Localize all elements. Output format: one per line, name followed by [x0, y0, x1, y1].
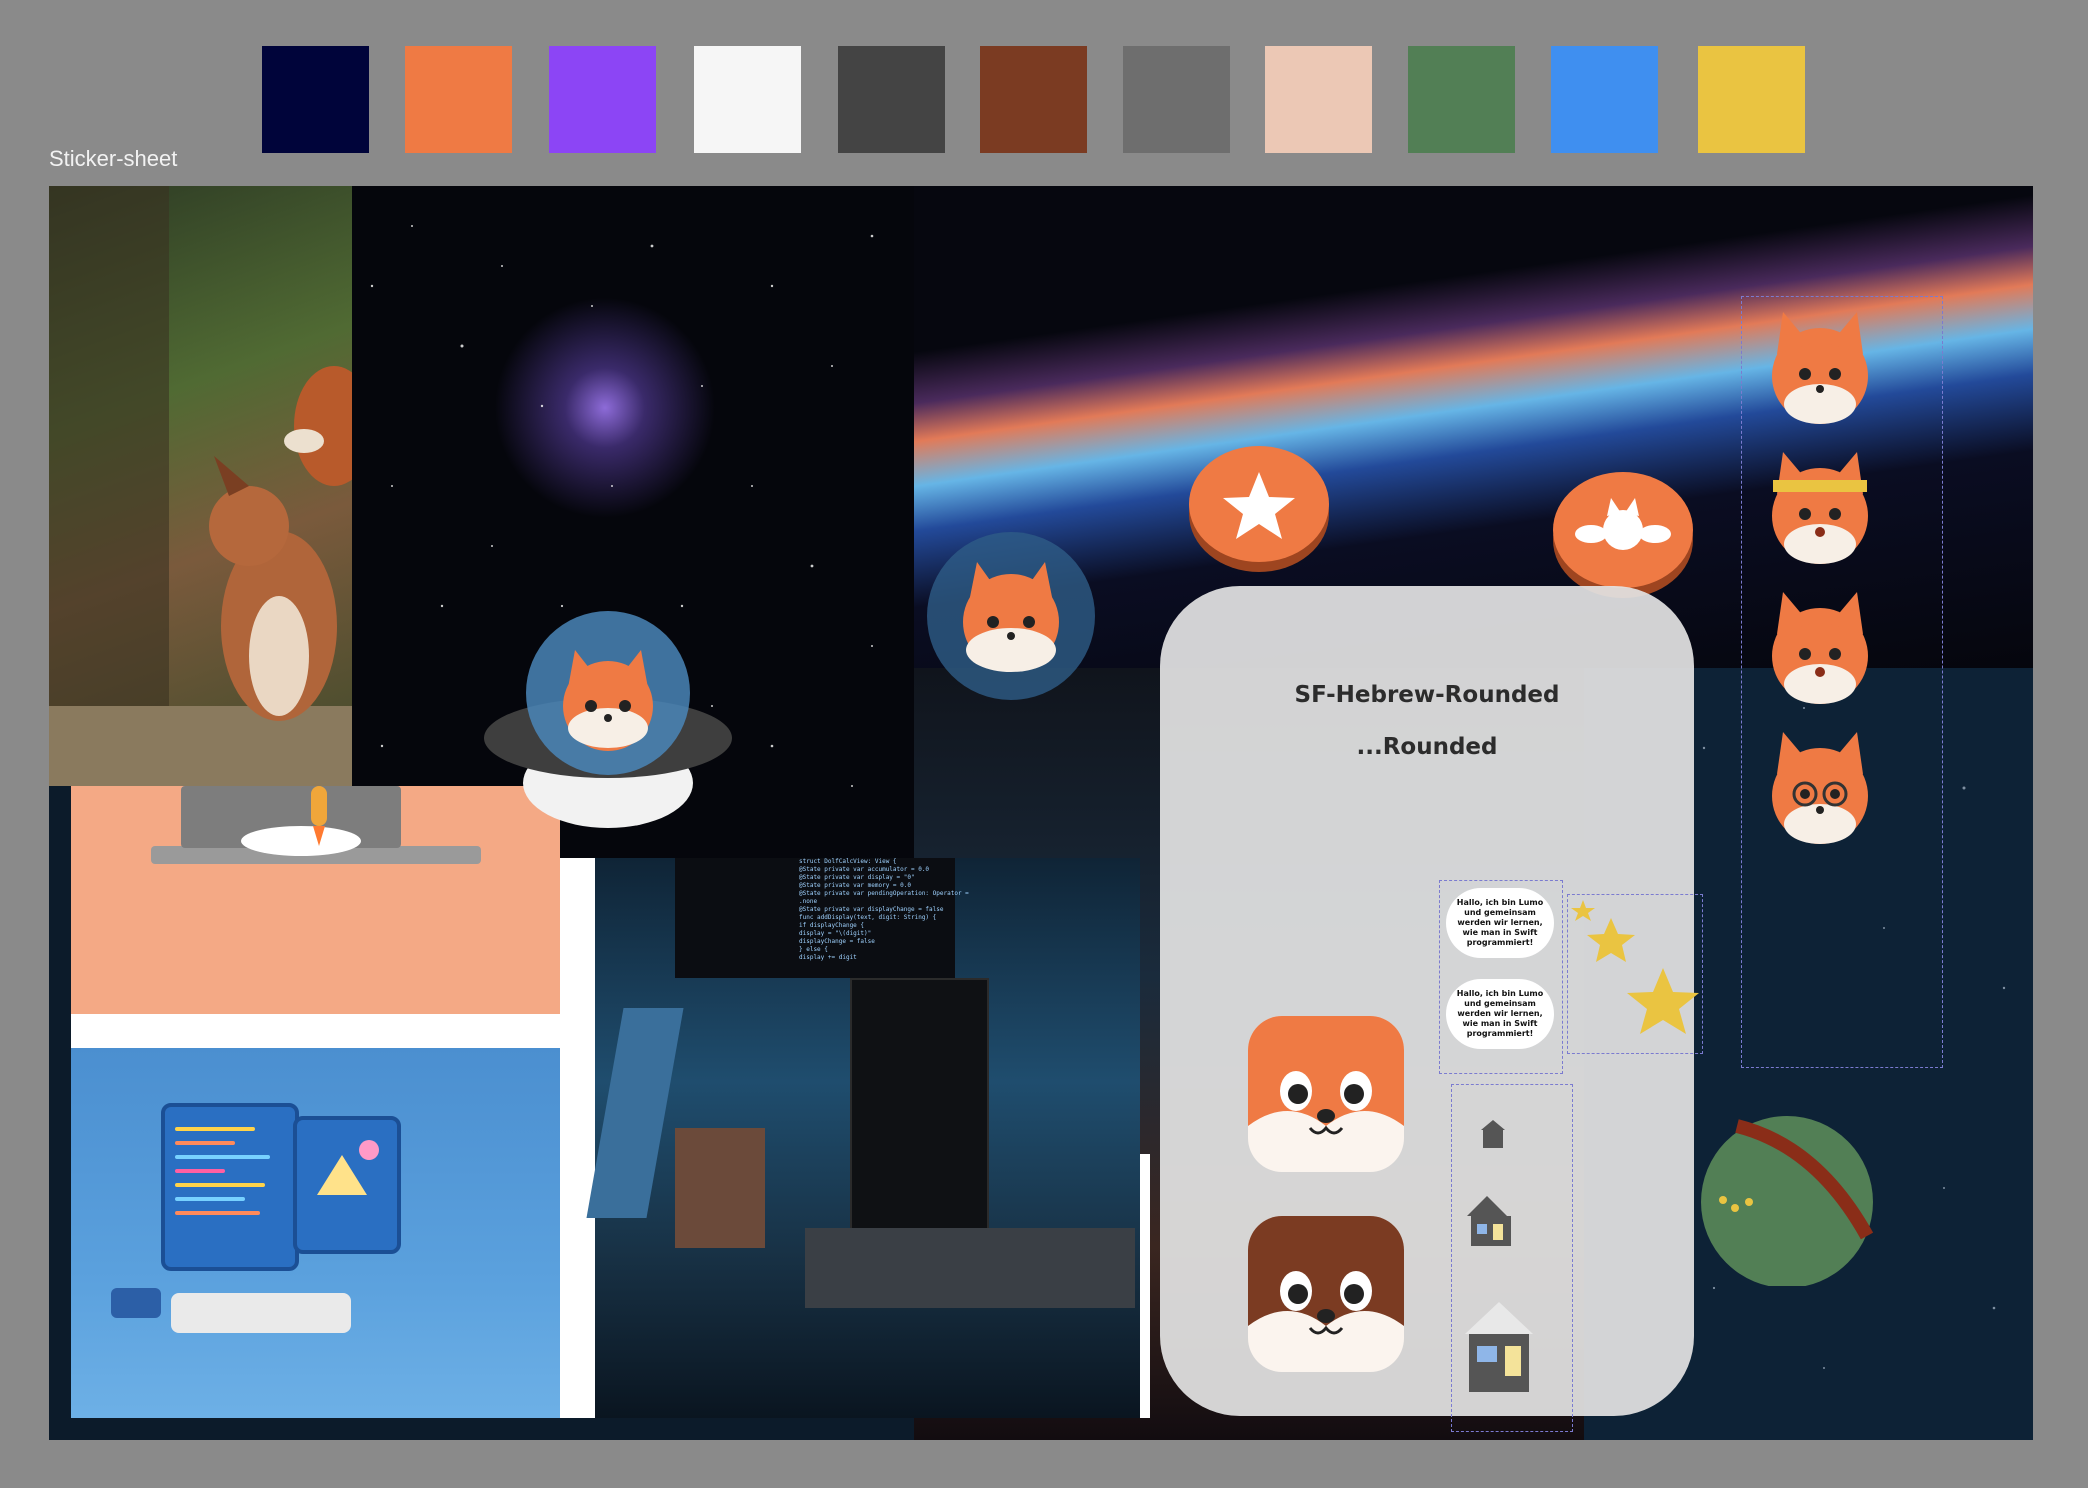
swatch-green[interactable]	[1408, 46, 1515, 153]
fox-photo-art	[49, 186, 374, 786]
fox-sticker-coder[interactable]	[1755, 444, 1885, 574]
app-icon-orange[interactable]	[1248, 1016, 1404, 1172]
image-placeholder-icon	[317, 1140, 379, 1195]
keyboard	[171, 1293, 351, 1333]
swatch-brown[interactable]	[980, 46, 1087, 153]
star-icon-medium	[1587, 918, 1635, 962]
planet-icon[interactable]	[1697, 1106, 1877, 1286]
swatch-gray[interactable]	[1123, 46, 1230, 153]
font-name-short[interactable]: ...Rounded	[1160, 734, 1694, 760]
swatch-white[interactable]	[694, 46, 801, 153]
house-icon[interactable]	[1459, 1112, 1569, 1412]
star-icon-small	[1571, 900, 1595, 921]
notebook	[586, 1008, 684, 1218]
speech-bubble-2[interactable]: Hallo, ich bin Lumo und gemeinsam werden…	[1446, 979, 1554, 1049]
white-strip	[560, 858, 595, 1418]
star-icon-large	[1627, 968, 1699, 1034]
rocket-icon	[241, 786, 361, 856]
monitor-right	[293, 1116, 401, 1254]
monitor-left	[161, 1103, 299, 1271]
fox-sticker-surprised[interactable]	[1755, 584, 1885, 714]
swatch-dark-gray[interactable]	[838, 46, 945, 153]
coin-cat-sticker[interactable]	[1553, 468, 1693, 598]
swatch-navy[interactable]	[262, 46, 369, 153]
white-post	[1140, 1154, 1150, 1418]
fox-sticker-1[interactable]	[1755, 304, 1885, 434]
app-icon-brown[interactable]	[1248, 1216, 1404, 1372]
laptop-keyboard	[805, 1228, 1135, 1308]
swatch-purple[interactable]	[549, 46, 656, 153]
swatch-orange[interactable]	[405, 46, 512, 153]
speech-bubble-1[interactable]: Hallo, ich bin Lumo und gemeinsam werden…	[1446, 888, 1554, 958]
wooden-box	[675, 1128, 765, 1248]
swatch-peach[interactable]	[1265, 46, 1372, 153]
ufo-fox-sticker[interactable]	[483, 598, 733, 828]
fox-face-icon	[1248, 1016, 1404, 1172]
code-snippet[interactable]: struct DolfCalcView: View { @State priva…	[799, 858, 969, 1018]
bear-face-icon	[1248, 1216, 1404, 1372]
coin-star-sticker[interactable]	[1189, 442, 1329, 572]
white-gap	[71, 1014, 560, 1048]
frame-label[interactable]: Sticker-sheet	[49, 146, 177, 172]
font-name-full[interactable]: SF-Hebrew-Rounded	[1160, 682, 1694, 708]
bubble-fox-sticker[interactable]	[925, 530, 1097, 702]
swatch-yellow[interactable]	[1698, 46, 1805, 153]
sticker-sheet-frame[interactable]: struct DolfCalcView: View { @State priva…	[49, 186, 2033, 1440]
swatch-blue[interactable]	[1551, 46, 1658, 153]
star-stickers[interactable]	[1569, 896, 1701, 1052]
3d-computer-photo[interactable]	[71, 1048, 560, 1418]
tablet	[111, 1288, 161, 1318]
fox-photo[interactable]	[49, 186, 374, 786]
fox-sticker-glasses[interactable]	[1755, 724, 1885, 854]
